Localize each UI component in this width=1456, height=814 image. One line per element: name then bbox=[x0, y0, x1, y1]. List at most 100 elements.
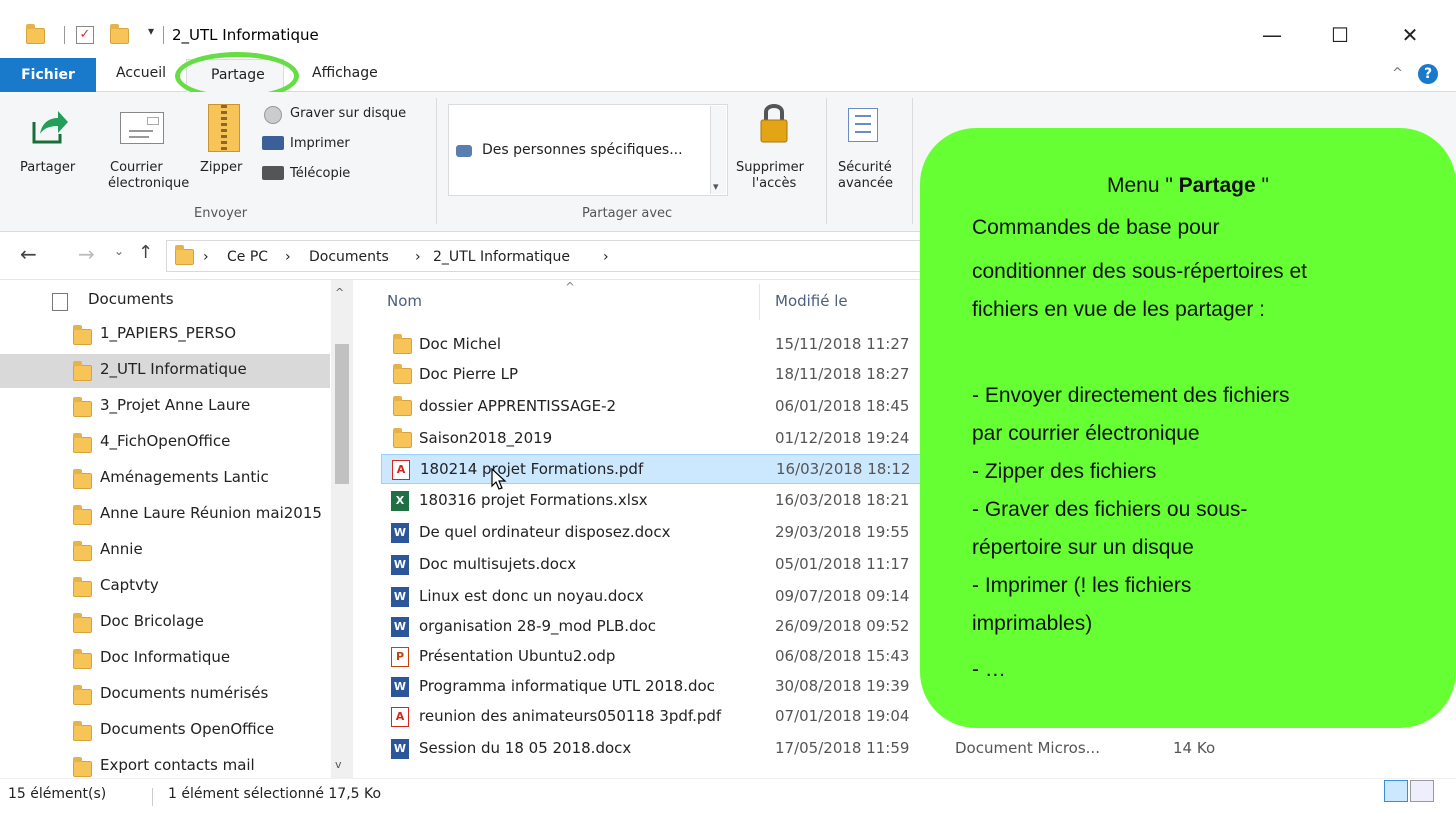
nav-item-folder[interactable]: 1_PAPIERS_PERSO bbox=[0, 318, 330, 352]
column-modified[interactable]: Modifié le bbox=[775, 292, 848, 310]
nav-item-folder[interactable]: Documents numérisés bbox=[0, 678, 330, 712]
pdf-icon: A bbox=[391, 707, 409, 727]
file-row[interactable]: Worganisation 28-9_mod PLB.doc 26/09/2018… bbox=[381, 612, 941, 642]
print-label[interactable]: Imprimer bbox=[290, 136, 350, 152]
file-row[interactable]: Doc Pierre LP 18/11/2018 18:27 bbox=[381, 360, 941, 390]
print-icon[interactable] bbox=[262, 136, 284, 150]
folder-icon bbox=[73, 469, 92, 489]
fax-icon[interactable] bbox=[262, 166, 284, 180]
word-icon: W bbox=[391, 523, 409, 543]
nav-item-label: 3_Projet Anne Laure bbox=[100, 396, 251, 414]
specific-people-item[interactable]: Des personnes spécifiques... bbox=[482, 142, 683, 158]
file-name: De quel ordinateur disposez.docx bbox=[419, 523, 671, 541]
large-icons-view-icon[interactable] bbox=[1410, 780, 1434, 802]
burn-label[interactable]: Graver sur disque bbox=[290, 106, 406, 122]
scroll-down-icon[interactable]: v bbox=[335, 758, 342, 771]
file-row[interactable]: X 180316 projet Formations.xlsx 16/03/2018… bbox=[381, 486, 941, 516]
tab-accueil[interactable]: Accueil bbox=[116, 65, 166, 81]
group-divider bbox=[826, 98, 827, 224]
lock-icon[interactable] bbox=[760, 102, 788, 144]
nav-item-label: Captvty bbox=[100, 576, 159, 594]
nav-item-folder[interactable]: 4_FichOpenOffice bbox=[0, 426, 330, 460]
file-name: reunion des animateurs050118 3pdf.pdf bbox=[419, 707, 722, 725]
minimize-button[interactable]: — bbox=[1252, 18, 1292, 52]
forward-arrow-icon[interactable]: → bbox=[78, 242, 95, 266]
tab-affichage[interactable]: Affichage bbox=[312, 65, 378, 81]
scroll-up-icon[interactable]: ^ bbox=[335, 286, 344, 299]
column-name[interactable]: Nom bbox=[387, 292, 422, 310]
file-row[interactable]: W Linux est donc un noyau.docx 09/07/2018 … bbox=[381, 582, 941, 612]
nav-item-folder[interactable]: Anne Laure Réunion mai2015 bbox=[0, 498, 330, 532]
file-row[interactable]: W Doc multisujets.docx 05/01/2018 11:17 bbox=[381, 550, 941, 580]
documents-icon bbox=[52, 293, 68, 311]
customize-toolbar-icon[interactable]: ▾ bbox=[148, 24, 154, 38]
up-arrow-icon[interactable]: ↑ bbox=[138, 242, 153, 263]
details-view-icon[interactable] bbox=[1384, 780, 1408, 802]
file-date: 30/08/2018 19:39 bbox=[775, 677, 910, 695]
file-row-selected[interactable]: A 180214 projet Formations.pdf 16/03/2018 … bbox=[381, 454, 941, 484]
disc-icon[interactable] bbox=[264, 106, 282, 124]
nav-item-selected-folder[interactable]: 2_UTL Informatique bbox=[0, 354, 330, 388]
callout-line: - Graver des fichiers ou sous- bbox=[972, 498, 1248, 521]
file-row[interactable]: Saison2018_2019 01/12/2018 19:24 bbox=[381, 424, 941, 454]
folder-icon bbox=[393, 396, 412, 416]
address-bar[interactable]: › Ce PC › Documents › 2_UTL Informatique… bbox=[166, 240, 926, 272]
zip-icon[interactable] bbox=[208, 104, 240, 152]
file-name: Doc Pierre LP bbox=[419, 365, 518, 383]
file-size: 14 Ko bbox=[1173, 739, 1216, 757]
properties-icon[interactable]: ✓ bbox=[76, 26, 94, 44]
nav-item-documents[interactable]: Documents bbox=[0, 284, 330, 318]
advanced-security-icon[interactable] bbox=[848, 108, 878, 142]
close-button[interactable]: ✕ bbox=[1390, 18, 1430, 52]
breadcrumb-separator: › bbox=[603, 249, 609, 265]
gallery-more-icon[interactable]: ▾ bbox=[713, 180, 719, 193]
file-row[interactable]: P Présentation Ubuntu2.odp 06/08/2018 15:4… bbox=[381, 642, 941, 672]
breadcrumb-ce-pc[interactable]: Ce PC bbox=[227, 249, 268, 265]
file-date: 26/09/2018 09:52 bbox=[775, 617, 910, 635]
nav-item-folder[interactable]: Captvty bbox=[0, 570, 330, 604]
back-arrow-icon[interactable]: ← bbox=[20, 242, 37, 266]
tab-fichier[interactable]: Fichier bbox=[0, 58, 96, 92]
file-row[interactable]: W Session du 18 05 2018.docx 17/05/2018 11… bbox=[381, 734, 941, 764]
file-row[interactable]: Doc Michel 15/11/2018 11:27 bbox=[381, 330, 941, 360]
file-row[interactable]: W De quel ordinateur disposez.docx 29/03/2… bbox=[381, 518, 941, 548]
breadcrumb-documents[interactable]: Documents bbox=[309, 249, 389, 265]
breadcrumb-separator: › bbox=[285, 249, 291, 265]
nav-item-label: Doc Informatique bbox=[100, 648, 231, 666]
file-row[interactable]: W Programma informatique UTL 2018.doc 30/0… bbox=[381, 672, 941, 702]
share-label: Partager bbox=[20, 160, 76, 175]
column-divider[interactable] bbox=[759, 284, 760, 320]
nav-item-folder[interactable]: Doc Informatique bbox=[0, 642, 330, 676]
share-icon[interactable] bbox=[30, 106, 70, 146]
help-icon[interactable]: ? bbox=[1418, 64, 1438, 84]
group-divider bbox=[912, 98, 913, 224]
fax-label[interactable]: Télécopie bbox=[290, 166, 350, 182]
nav-item-folder[interactable]: Documents OpenOffice bbox=[0, 714, 330, 748]
nav-item-folder[interactable]: 3_Projet Anne Laure bbox=[0, 390, 330, 424]
nav-item-folder[interactable]: Aménagements Lantic bbox=[0, 462, 330, 496]
nav-item-label: Anne Laure Réunion mai2015 bbox=[100, 504, 322, 522]
breadcrumb-current-folder[interactable]: 2_UTL Informatique bbox=[433, 249, 570, 265]
nav-item-folder[interactable]: Doc Bricolage bbox=[0, 606, 330, 640]
file-row[interactable]: Areunion des animateurs050118 3pdf.pdf 07… bbox=[381, 702, 941, 732]
people-icon bbox=[456, 145, 472, 157]
maximize-button[interactable]: ☐ bbox=[1320, 18, 1360, 52]
file-row[interactable]: dossier APPRENTISSAGE-2 06/01/2018 18:45 bbox=[381, 392, 941, 422]
callout-line: imprimables) bbox=[972, 612, 1093, 635]
email-icon[interactable] bbox=[120, 112, 164, 144]
nav-item-label: 1_PAPIERS_PERSO bbox=[100, 324, 237, 342]
recent-locations-icon[interactable]: ⌄ bbox=[114, 244, 124, 258]
excel-icon: X bbox=[391, 491, 409, 511]
remove-access-label: Supprimer bbox=[736, 160, 804, 175]
nav-scrollbar-thumb[interactable] bbox=[335, 344, 349, 484]
new-folder-icon[interactable] bbox=[110, 24, 129, 44]
breadcrumb-separator: › bbox=[415, 249, 421, 265]
nav-item-label: Annie bbox=[100, 540, 143, 558]
nav-item-folder[interactable]: Annie bbox=[0, 534, 330, 568]
file-name: 180316 projet Formations.xlsx bbox=[419, 491, 648, 509]
callout-line: répertoire sur un disque bbox=[972, 536, 1194, 559]
advanced-security-label: Sécurité bbox=[838, 160, 892, 175]
word-icon: W bbox=[391, 677, 409, 697]
collapse-ribbon-icon[interactable]: ^ bbox=[1392, 66, 1403, 81]
nav-item-label: Aménagements Lantic bbox=[100, 468, 269, 486]
